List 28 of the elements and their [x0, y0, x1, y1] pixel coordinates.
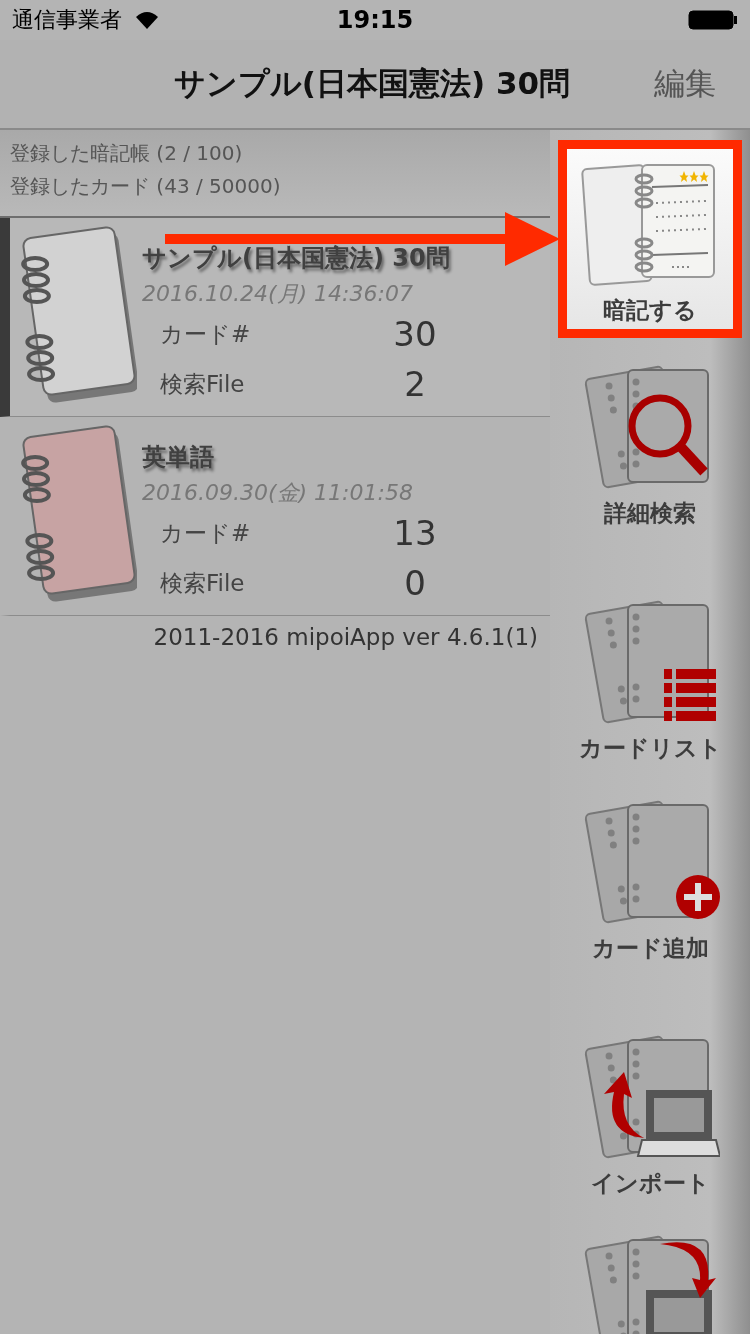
- toolbar-button[interactable]: 暗記する: [558, 140, 742, 338]
- wifi-icon: [136, 11, 158, 29]
- carrier-name: 通信事業者: [12, 6, 122, 34]
- stat-label: 検索File: [160, 568, 246, 598]
- edit-button[interactable]: 編集: [634, 63, 750, 105]
- stat-value: 13: [392, 513, 438, 554]
- toolbar-button[interactable]: 詳細検索: [565, 358, 735, 538]
- status-time: 19:15: [336, 6, 414, 34]
- toolbar-button[interactable]: カードリスト: [565, 593, 735, 773]
- summary-line: 登録した暗記帳 (2 / 100): [10, 140, 244, 167]
- notebook-date: 2016.09.30(金) 11:01:58: [142, 479, 413, 508]
- stat-value: 0: [403, 563, 427, 604]
- stat-label: カード#: [160, 518, 252, 548]
- stat-value: 2: [403, 364, 427, 405]
- notebook-row[interactable]: サンプル(日本国憲法) 30問 2016.10.24(月) 14:36:07 カード# 30 検索File 2: [0, 218, 550, 417]
- notebook-row[interactable]: 英単語 2016.09.30(金) 11:01:58 カード# 13 検索File 0: [0, 417, 550, 616]
- stat-label: カード#: [160, 319, 252, 349]
- toolbar-button[interactable]: インポート: [565, 1028, 735, 1208]
- battery-icon: [688, 10, 738, 30]
- notebook-date: 2016.10.24(月) 14:36:07: [142, 280, 413, 309]
- stat-label: 検索File: [160, 369, 246, 399]
- summary-line: 登録したカード (43 / 50000): [10, 173, 282, 200]
- nav-title: サンプル(日本国憲法) 30問: [172, 64, 572, 103]
- stat-value: 30: [392, 314, 438, 355]
- notebook-title: 英単語: [142, 444, 214, 471]
- toolbar-button[interactable]: カード追加: [565, 793, 735, 973]
- notebook-title: サンプル(日本国憲法) 30問: [142, 245, 450, 272]
- version-text: 2011-2016 mipoiApp ver 4.6.1(1): [152, 623, 539, 650]
